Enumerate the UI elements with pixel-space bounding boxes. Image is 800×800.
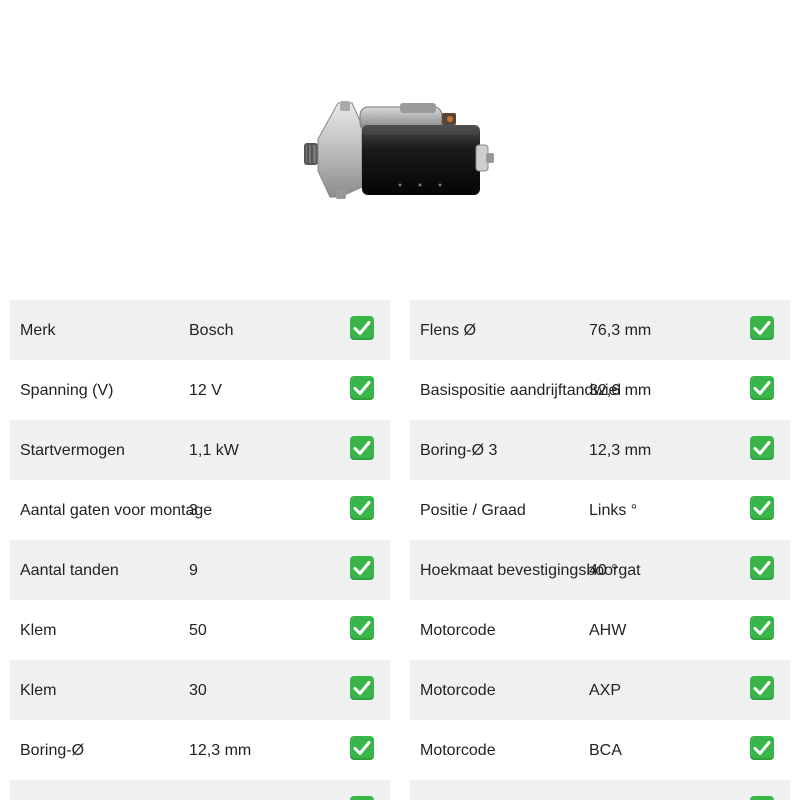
check-icon xyxy=(350,736,374,760)
spec-row: Merk Bosch xyxy=(10,300,390,360)
spec-row: Boring-Ø 3 12,3 mm xyxy=(410,420,790,480)
spec-row: Motorcode BCA xyxy=(410,720,790,780)
starter-motor-image xyxy=(300,95,505,205)
spec-label: Motorcode xyxy=(420,682,496,699)
check-icon xyxy=(350,676,374,700)
spec-label: Positie / Graad xyxy=(420,502,526,519)
spec-label: Klem xyxy=(20,622,57,639)
spec-value: 9 xyxy=(189,562,198,579)
spec-value: 12,3 mm xyxy=(589,442,652,459)
check-icon xyxy=(750,616,774,640)
check-icon xyxy=(350,496,374,520)
spec-value: 12 V xyxy=(189,382,222,399)
spec-label: Boring-Ø 3 xyxy=(420,442,498,459)
check-icon xyxy=(350,376,374,400)
spec-row: Basispositie aandrijftandwiel 32,6 mm xyxy=(410,360,790,420)
spec-row xyxy=(410,780,790,800)
spec-value: 32,6 mm xyxy=(589,382,652,399)
spec-label: Merk xyxy=(20,322,56,339)
spec-row: Aantal tanden 9 xyxy=(10,540,390,600)
spec-row: Klem 30 xyxy=(10,660,390,720)
spec-value: AXP xyxy=(589,682,622,699)
spec-value: 1,1 kW xyxy=(189,442,239,459)
spec-row: Positie / Graad Links ° xyxy=(410,480,790,540)
check-icon xyxy=(350,316,374,340)
spec-label: Boring-Ø xyxy=(20,742,85,759)
check-icon xyxy=(350,616,374,640)
spec-label: Flens Ø xyxy=(420,322,477,339)
check-icon xyxy=(750,736,774,760)
spec-row: Startvermogen 1,1 kW xyxy=(10,420,390,480)
spec-label: Spanning (V) xyxy=(20,382,114,399)
spec-value: AHW xyxy=(589,622,627,639)
check-icon xyxy=(350,796,374,800)
spec-value: 30 xyxy=(189,682,207,699)
spec-row: Flens Ø 76,3 mm xyxy=(410,300,790,360)
check-icon xyxy=(750,796,774,800)
spec-value: 12,3 mm xyxy=(189,742,252,759)
spec-value: Links ° xyxy=(589,502,638,519)
spec-table-right: Flens Ø 76,3 mm Basispositie aandrijftan… xyxy=(410,300,790,800)
spec-row: Motorcode AHW xyxy=(410,600,790,660)
spec-label: Motorcode xyxy=(420,742,496,759)
spec-value: BCA xyxy=(589,742,622,759)
spec-label: Aantal tanden xyxy=(20,562,119,579)
check-icon xyxy=(750,676,774,700)
spec-value: 3 xyxy=(189,502,198,519)
spec-label: Motorcode xyxy=(420,622,496,639)
spec-row xyxy=(10,780,390,800)
spec-row: Hoekmaat bevestigingsboorgat 40 ° xyxy=(410,540,790,600)
check-icon xyxy=(750,436,774,460)
check-icon xyxy=(750,376,774,400)
spec-row: Aantal gaten voor montage 3 xyxy=(10,480,390,540)
spec-value: 76,3 mm xyxy=(589,322,652,339)
spec-row: Spanning (V) 12 V xyxy=(10,360,390,420)
spec-value: Bosch xyxy=(189,322,234,339)
spec-label: Startvermogen xyxy=(20,442,125,459)
spec-value: 40 ° xyxy=(589,562,618,579)
spec-row: Motorcode AXP xyxy=(410,660,790,720)
check-icon xyxy=(750,556,774,580)
spec-row: Klem 50 xyxy=(10,600,390,660)
check-icon xyxy=(750,316,774,340)
product-spec-page: Merk Bosch Spanning (V) 12 V Startvermog… xyxy=(0,0,800,800)
check-icon xyxy=(350,436,374,460)
spec-label: Klem xyxy=(20,682,57,699)
check-icon xyxy=(750,496,774,520)
spec-label: Aantal gaten voor montage xyxy=(20,502,213,519)
spec-table-left: Merk Bosch Spanning (V) 12 V Startvermog… xyxy=(10,300,390,800)
spec-row: Boring-Ø 12,3 mm xyxy=(10,720,390,780)
check-icon xyxy=(350,556,374,580)
spec-value: 50 xyxy=(189,622,207,639)
